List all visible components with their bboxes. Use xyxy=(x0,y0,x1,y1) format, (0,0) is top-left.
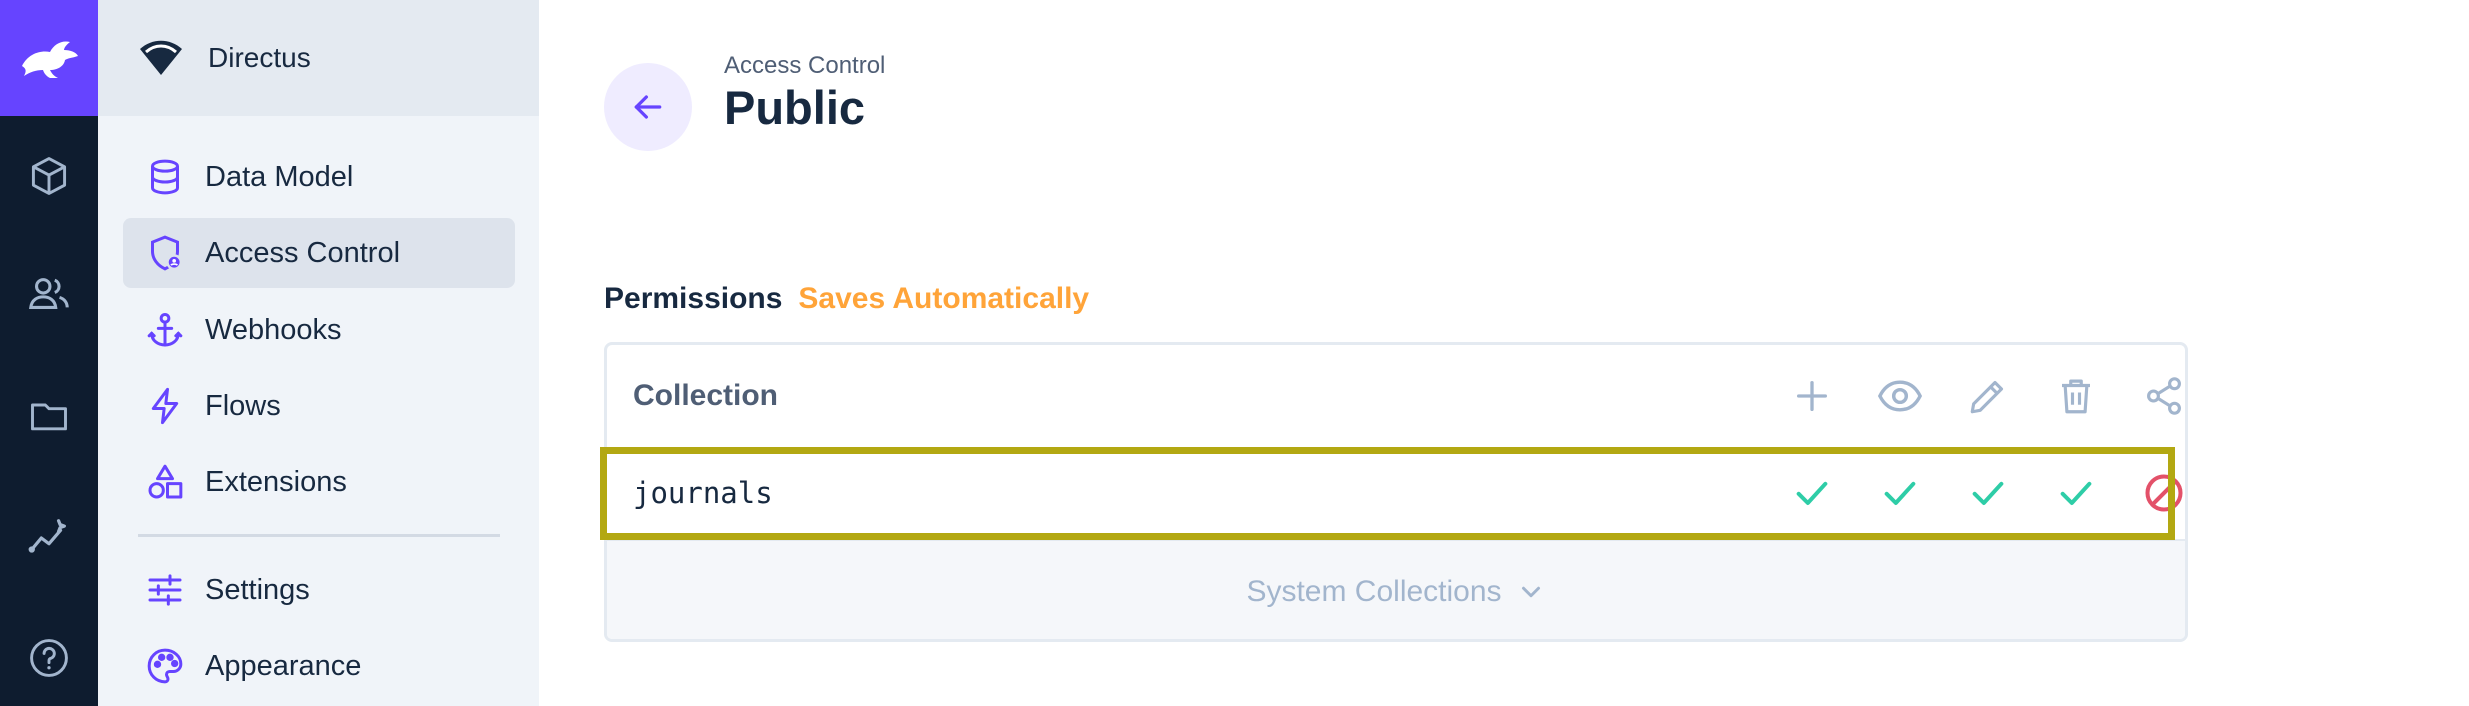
wifi-logo-icon xyxy=(140,40,182,75)
help-module-icon[interactable] xyxy=(19,628,79,688)
content-module-icon[interactable] xyxy=(19,146,79,206)
bolt-icon xyxy=(143,384,187,428)
table-row[interactable]: journals xyxy=(607,447,2185,539)
nav-item-label: Webhooks xyxy=(205,313,342,346)
chevron-down-icon xyxy=(1516,577,1546,607)
files-module-icon[interactable] xyxy=(19,386,79,446)
back-button[interactable] xyxy=(604,63,692,151)
update-pencil-icon[interactable] xyxy=(1960,368,2016,424)
nav-item-label: Appearance xyxy=(205,649,362,682)
nav-item-label: Extensions xyxy=(205,465,347,498)
share-icon[interactable] xyxy=(2136,368,2185,424)
nav-item-extensions[interactable]: Extensions xyxy=(123,447,515,517)
collection-name: journals xyxy=(633,476,773,510)
project-name: Directus xyxy=(208,42,311,73)
nav-item-label: Flows xyxy=(205,389,281,422)
shapes-icon xyxy=(143,460,187,504)
project-switcher[interactable]: Directus xyxy=(98,0,539,116)
arrow-left-icon xyxy=(634,95,662,119)
nav-item-appearance[interactable]: Appearance xyxy=(123,631,515,701)
nav-item-label: Access Control xyxy=(205,236,401,269)
palette-icon xyxy=(143,644,187,688)
shield-user-icon xyxy=(143,231,187,275)
create-icon[interactable] xyxy=(1784,368,1840,424)
nav-item-label: Data Model xyxy=(205,160,354,193)
nav-divider xyxy=(138,534,500,537)
insights-module-icon[interactable] xyxy=(19,508,79,568)
nav-item-webhooks[interactable]: Webhooks xyxy=(123,295,515,365)
table-header: Collection xyxy=(607,345,2185,447)
share-denied-block-icon[interactable] xyxy=(2136,465,2185,521)
nav-item-access-control[interactable]: Access Control xyxy=(123,218,515,288)
delete-trash-icon[interactable] xyxy=(2048,368,2104,424)
system-collections-toggle[interactable]: System Collections xyxy=(607,539,2185,639)
delete-allowed-check-icon[interactable] xyxy=(2048,465,2104,521)
users-module-icon[interactable] xyxy=(19,264,79,324)
sliders-icon xyxy=(143,568,187,612)
anchor-icon xyxy=(143,308,187,352)
brand-logo[interactable] xyxy=(0,0,98,116)
collection-column-header: Collection xyxy=(633,379,779,412)
breadcrumb[interactable]: Access Control xyxy=(724,52,885,80)
saves-automatically-note: Saves Automatically xyxy=(798,282,1090,315)
read-eye-icon[interactable] xyxy=(1872,368,1928,424)
nav-item-label: Settings xyxy=(205,573,310,606)
rabbit-logo-icon xyxy=(22,41,78,78)
module-bar xyxy=(0,0,98,706)
nav-item-data-model[interactable]: Data Model xyxy=(123,142,515,212)
read-allowed-check-icon[interactable] xyxy=(1872,465,1928,521)
update-allowed-check-icon[interactable] xyxy=(1960,465,2016,521)
create-allowed-check-icon[interactable] xyxy=(1784,465,1840,521)
permissions-title: Permissions xyxy=(604,282,783,315)
permissions-heading: Permissions Saves Automatically xyxy=(604,282,1089,316)
database-icon xyxy=(143,155,187,199)
page-title: Public xyxy=(724,81,866,134)
navigation-panel: Directus Data Model Access Control Webho… xyxy=(98,0,539,706)
nav-item-settings[interactable]: Settings xyxy=(123,555,515,625)
nav-item-flows[interactable]: Flows xyxy=(123,371,515,441)
permissions-table: Collection journals System Collections xyxy=(604,342,2188,642)
system-collections-label: System Collections xyxy=(1246,574,1502,608)
